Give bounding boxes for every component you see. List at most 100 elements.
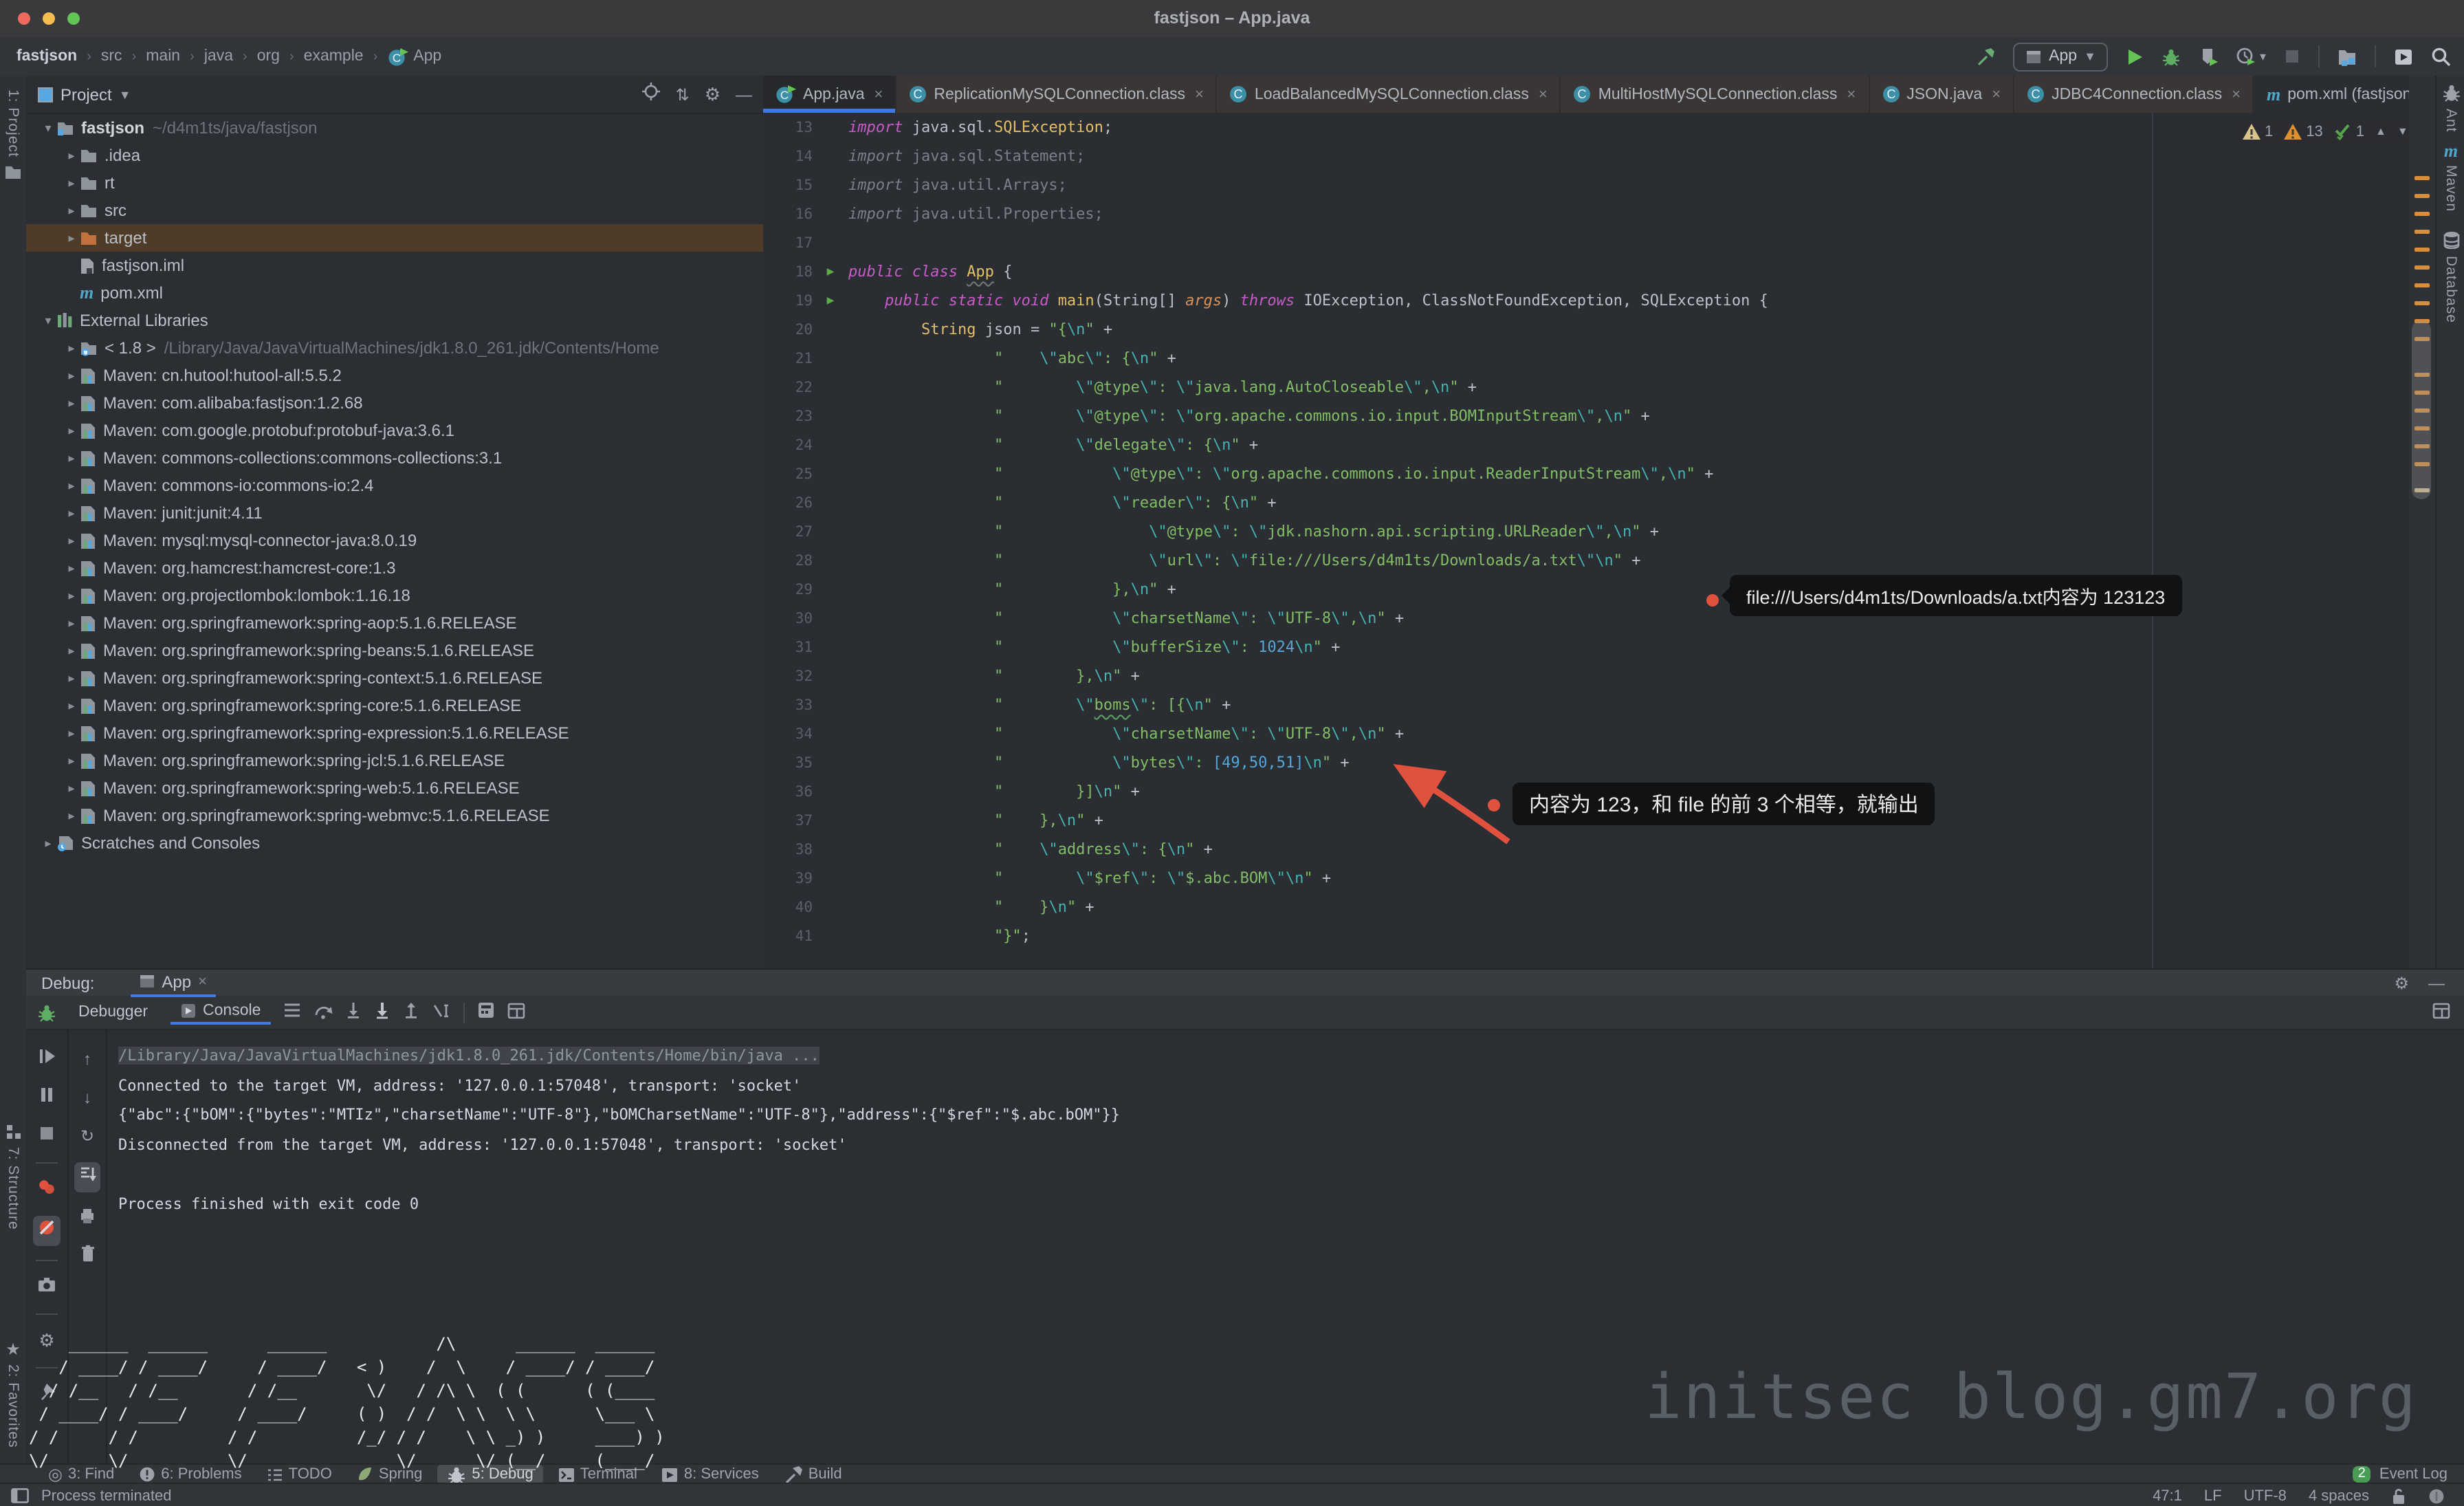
line-number[interactable]: 41 [763, 928, 813, 944]
step-over-button[interactable] [313, 1002, 332, 1023]
tree-item[interactable]: ▸Maven: com.google.protobuf:protobuf-jav… [26, 417, 763, 444]
line-number[interactable]: 17 [763, 234, 813, 251]
run-gutter-icon[interactable]: ▶ [813, 265, 848, 279]
minimize-button[interactable]: — [736, 82, 752, 107]
line-number[interactable]: 19 [763, 292, 813, 309]
line-number[interactable]: 28 [763, 552, 813, 569]
inspections-widget[interactable]: 1131▲▼ [2234, 120, 2409, 143]
line-number[interactable]: 26 [763, 494, 813, 511]
file-encoding[interactable]: UTF-8 [2244, 1487, 2287, 1504]
scrollbar-thumb[interactable] [2412, 320, 2431, 499]
tree-item[interactable]: ▸Maven: org.hamcrest:hamcrest-core:1.3 [26, 554, 763, 582]
line-number[interactable]: 29 [763, 581, 813, 598]
pause-button[interactable] [38, 1085, 55, 1110]
editor-tab[interactable]: CReplicationMySQLConnection.class× [896, 76, 1218, 113]
close-icon[interactable]: × [198, 973, 207, 990]
line-number[interactable]: 25 [763, 466, 813, 482]
tree-item[interactable]: ▸src [26, 197, 763, 224]
warning-stripe-mark[interactable] [2414, 301, 2430, 305]
line-number[interactable]: 36 [763, 783, 813, 800]
inspection-ok[interactable]: 1 [2334, 122, 2364, 140]
tool-stripe-ant[interactable]: Ant [2436, 84, 2464, 133]
line-number[interactable]: 23 [763, 408, 813, 424]
line-number[interactable]: 13 [763, 119, 813, 135]
tool-stripe-favorites[interactable]: ★2: Favorites [0, 1341, 26, 1448]
arrow-down-button[interactable]: ↓ [83, 1085, 91, 1110]
tool-stripe-structure[interactable]: 7: Structure [0, 1124, 26, 1230]
tree-item[interactable]: mpom.xml [26, 279, 763, 307]
step-out-button[interactable] [402, 1001, 419, 1023]
close-icon[interactable]: × [874, 86, 883, 102]
close-icon[interactable]: × [1992, 86, 2001, 102]
line-number[interactable]: 32 [763, 668, 813, 684]
toolwindow-button-8-services[interactable]: 8: Services [652, 1465, 769, 1484]
stop-button[interactable] [2284, 48, 2300, 65]
tree-item[interactable]: ▸Maven: cn.hutool:hutool-all:5.5.2 [26, 362, 763, 389]
tree-item[interactable]: ▸Maven: junit:junit:4.11 [26, 499, 763, 527]
crosshair-button[interactable] [643, 82, 661, 107]
caret-position[interactable]: 47:1 [2153, 1487, 2182, 1504]
breadcrumb-item[interactable]: example [304, 48, 364, 65]
editor-tab[interactable]: CJSON.java× [1869, 76, 2014, 113]
line-number[interactable]: 14 [763, 148, 813, 164]
arrow-up-button[interactable]: ↑ [83, 1047, 91, 1071]
close-icon[interactable]: × [1539, 86, 1548, 102]
tree-item[interactable]: ▸Maven: org.springframework:spring-webmv… [26, 802, 763, 829]
line-number[interactable]: 30 [763, 610, 813, 626]
run-button[interactable] [2126, 47, 2144, 65]
scroll-end-button[interactable] [74, 1162, 100, 1192]
run-cursor-button[interactable] [431, 1002, 450, 1023]
hide-panel-icon[interactable]: — [2428, 974, 2445, 991]
collapse-button[interactable]: ⇅ [676, 82, 690, 107]
line-number[interactable]: 16 [763, 206, 813, 222]
indicator-icon[interactable] [2428, 1487, 2445, 1504]
tree-item[interactable]: ▸Maven: com.alibaba:fastjson:1.2.68 [26, 389, 763, 417]
tree-item[interactable]: ▸Maven: org.springframework:spring-web:5… [26, 774, 763, 802]
editor-tab[interactable]: CJDBC4Connection.class× [2014, 76, 2254, 113]
restore-layout-button[interactable] [2432, 1002, 2464, 1023]
tree-item[interactable]: fastjson.iml [26, 252, 763, 279]
line-number[interactable]: 37 [763, 812, 813, 829]
next-issue-icon[interactable]: ▼ [2397, 125, 2408, 138]
gear-button[interactable]: ⚙ [705, 82, 720, 107]
line-number[interactable]: 33 [763, 697, 813, 713]
tree-item[interactable]: ▸rt [26, 169, 763, 197]
line-number[interactable]: 38 [763, 841, 813, 858]
tree-item[interactable]: ▸Maven: org.springframework:spring-core:… [26, 692, 763, 719]
hammer-button[interactable] [1976, 47, 1995, 66]
debug-tab-console[interactable]: Console [170, 1000, 270, 1025]
run-anything-button[interactable] [2394, 47, 2413, 65]
tool-stripe-project[interactable]: 1: Project [0, 89, 26, 181]
debug-session-tab[interactable]: App × [130, 968, 215, 997]
tool-stripe-database[interactable]: Database [2436, 231, 2464, 323]
code-area[interactable]: 13import java.sql.SQLException;14import … [763, 113, 2409, 968]
line-number[interactable]: 18 [763, 263, 813, 280]
breadcrumb-item[interactable]: org [257, 48, 280, 65]
editor-tab[interactable]: CLoadBalancedMySQLConnection.class× [1218, 76, 1561, 113]
line-number[interactable]: 22 [763, 379, 813, 395]
project-structure-button[interactable] [2338, 47, 2357, 65]
close-icon[interactable]: × [1847, 86, 1856, 102]
tree-item[interactable]: ▸.idea [26, 142, 763, 169]
warning-stripe-mark[interactable] [2414, 194, 2430, 198]
tree-item[interactable]: ▸Maven: commons-collections:commons-coll… [26, 444, 763, 472]
tree-item[interactable]: ▸Maven: mysql:mysql-connector-java:8.0.1… [26, 527, 763, 554]
evaluate-button[interactable] [476, 1001, 494, 1023]
line-ending[interactable]: LF [2204, 1487, 2222, 1504]
breadcrumb-item[interactable]: main [146, 48, 180, 65]
tree-item[interactable]: ▾fastjson ~/d4m1ts/java/fastjson [26, 114, 763, 142]
tree-item[interactable]: ▸Scratches and Consoles [26, 829, 763, 857]
camera-button[interactable] [37, 1275, 56, 1300]
tree-item[interactable]: ▸Maven: org.springframework:spring-jcl:5… [26, 747, 763, 774]
force-step-button[interactable] [373, 1001, 390, 1023]
prev-issue-icon[interactable]: ▲ [2375, 125, 2386, 138]
line-number[interactable]: 15 [763, 177, 813, 193]
settings-gear-icon[interactable]: ⚙ [2394, 974, 2409, 991]
tree-item[interactable]: ▸< 1.8 > /Library/Java/JavaVirtualMachin… [26, 334, 763, 362]
tree-item[interactable]: ▸Maven: org.springframework:spring-expre… [26, 719, 763, 747]
line-number[interactable]: 40 [763, 899, 813, 915]
tree-item[interactable]: ▸Maven: org.springframework:spring-conte… [26, 664, 763, 692]
editor-tab[interactable]: mpom.xml (fastjson▾ [2254, 76, 2409, 113]
trash-button[interactable] [79, 1245, 96, 1269]
step-into-button[interactable] [344, 1001, 361, 1023]
